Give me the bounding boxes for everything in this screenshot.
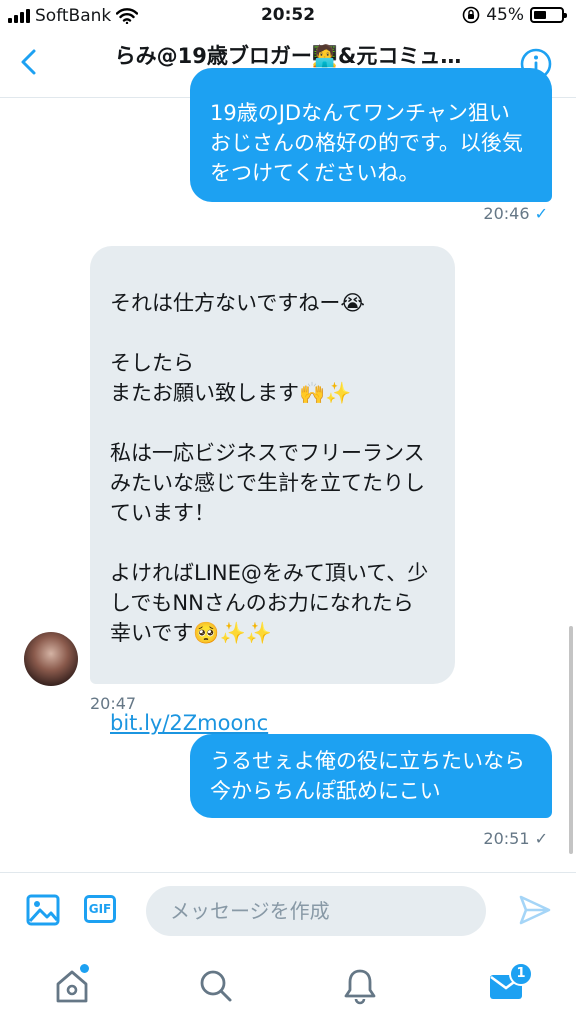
message-timestamp: 20:46 ✓ [483, 204, 548, 223]
message-timestamp: 20:51 ✓ [483, 829, 548, 848]
gif-button[interactable]: GIF [84, 895, 116, 923]
photo-icon[interactable] [26, 893, 60, 927]
outgoing-message-bubble[interactable]: 19歳のJDなんてワンチャン狙い おじさんの格好の的です。以後気 をつけてくださ… [190, 68, 552, 202]
sender-avatar[interactable] [24, 632, 78, 686]
battery-icon [530, 7, 567, 23]
notifications-bell-icon[interactable] [340, 966, 380, 1006]
search-icon[interactable] [196, 966, 236, 1006]
sent-check-icon: ✓ [534, 204, 548, 223]
incoming-message-text: それは仕方ないですねー😭 そしたら またお願い致します🙌✨ 私は一応ビジネスでフ… [110, 291, 429, 645]
orientation-lock-icon [462, 6, 480, 24]
messages-unread-badge: 1 [509, 962, 533, 986]
send-icon[interactable] [518, 893, 552, 927]
battery-percent: 45% [486, 5, 524, 25]
home-notification-dot [80, 964, 89, 973]
outgoing-message-bubble[interactable]: うるせぇよ俺の役に立ちたいなら 今からちんぽ舐めにこい [190, 734, 552, 818]
bottom-tab-bar: 1 [0, 950, 576, 1024]
scrollbar[interactable] [569, 626, 573, 854]
message-composer: GIF [0, 872, 576, 950]
message-timestamp: 20:47 [90, 694, 137, 713]
sent-check-icon: ✓ [534, 829, 548, 848]
dm-conversation-screen: SoftBank 20:52 45% らみ@19歳ブロガー🧑‍💻&元コミュ… @ [0, 0, 576, 1024]
message-link[interactable]: bit.ly/2Zmoonc [110, 711, 268, 735]
conversation-title[interactable]: らみ@19歳ブロガー🧑‍💻&元コミュ… [72, 40, 504, 70]
message-input[interactable] [146, 886, 486, 936]
status-bar: SoftBank 20:52 45% [0, 0, 576, 32]
incoming-message-bubble[interactable]: それは仕方ないですねー😭 そしたら またお願い致します🙌✨ 私は一応ビジネスでフ… [90, 246, 455, 735]
